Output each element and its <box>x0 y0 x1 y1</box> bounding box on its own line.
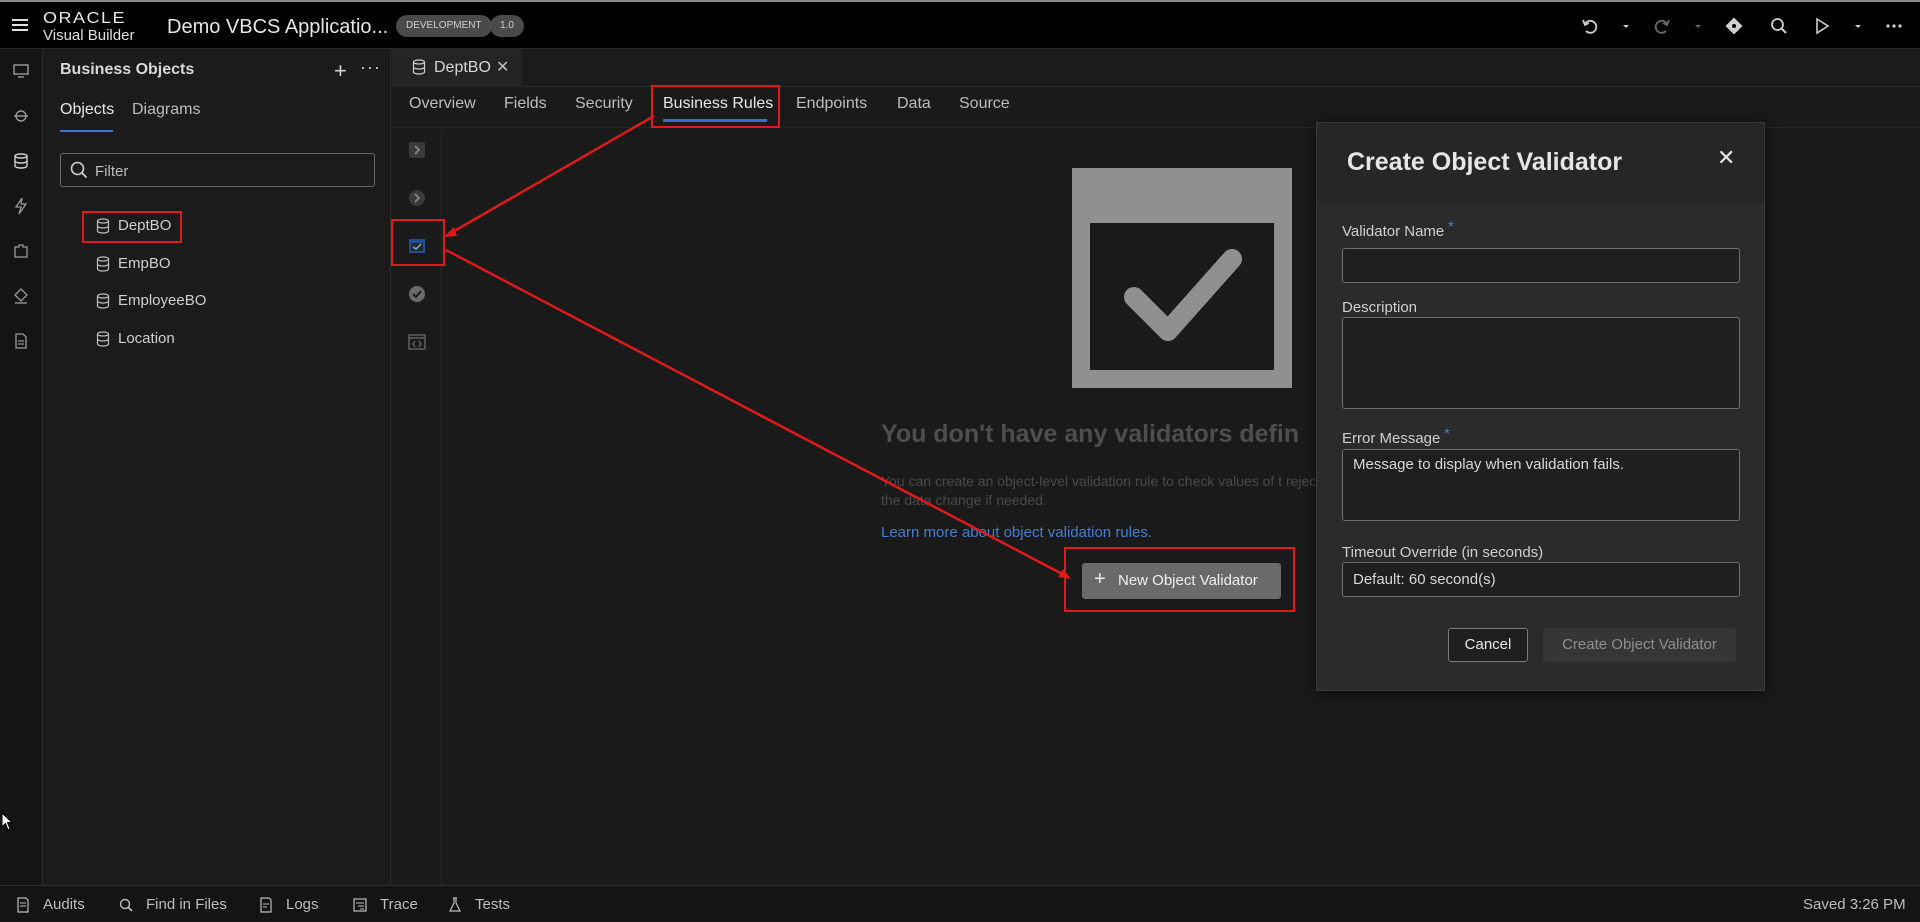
doc-tab-label: DeptBO <box>434 59 491 76</box>
database-icon <box>96 293 110 309</box>
panel-more-icon[interactable]: ··· <box>360 57 381 78</box>
create-object-validator-button[interactable]: Create Object Validator <box>1543 628 1736 662</box>
empty-state-description: You can create an object-level validatio… <box>881 473 1321 508</box>
hamburger-menu-icon[interactable] <box>10 15 30 35</box>
nav-security[interactable]: Security <box>575 95 633 113</box>
processes-icon[interactable] <box>12 197 30 215</box>
create-object-validator-dialog: Create Object Validator ✕ Validator Name… <box>1316 122 1765 691</box>
run-dropdown-icon[interactable] <box>1848 16 1868 36</box>
nav-data[interactable]: Data <box>897 95 931 113</box>
document-tab-bar: DeptBO ✕ <box>392 49 1920 87</box>
navigator-strip <box>0 49 43 885</box>
dialog-header: Create Object Validator ✕ <box>1317 123 1764 203</box>
bo-item-label: DeptBO <box>118 217 172 234</box>
nav-fields[interactable]: Fields <box>504 95 547 113</box>
timeout-label: Timeout Override (in seconds) <box>1342 544 1544 561</box>
nav-source[interactable]: Source <box>959 95 1010 113</box>
redo-icon[interactable] <box>1652 16 1672 36</box>
validator-name-input[interactable] <box>1342 248 1740 283</box>
bo-item-label: Location <box>118 330 175 347</box>
cancel-button[interactable]: Cancel <box>1448 628 1528 662</box>
git-icon[interactable] <box>1724 16 1744 36</box>
object-validators-icon[interactable] <box>408 237 426 255</box>
run-icon[interactable] <box>1812 16 1832 36</box>
plus-icon: + <box>1094 568 1106 590</box>
timeout-input[interactable] <box>1342 562 1740 597</box>
logo-product-text: Visual Builder <box>43 27 135 44</box>
source-icon[interactable] <box>12 332 30 350</box>
doc-tab-deptbo[interactable]: DeptBO ✕ <box>392 49 522 87</box>
undo-icon[interactable] <box>1580 16 1600 36</box>
filter-search-icon <box>69 160 89 180</box>
version-badge: 1.0 <box>490 15 524 37</box>
footer-bar: Audits Find in Files Logs Trace Tests Sa… <box>0 885 1920 922</box>
arrowhead-2 <box>1058 569 1071 579</box>
environment-badge: DEVELOPMENT <box>396 15 492 37</box>
required-indicator: * <box>1444 425 1450 441</box>
logo-oracle-text: ORACLE <box>43 9 127 27</box>
bo-item-label: EmpBO <box>118 255 171 272</box>
database-icon <box>96 256 110 272</box>
trace-icon <box>352 897 368 913</box>
new-object-validator-button[interactable]: + New Object Validator <box>1082 563 1281 599</box>
web-apps-icon[interactable] <box>12 62 30 80</box>
new-object-validator-label: New Object Validator <box>1118 572 1258 589</box>
database-icon <box>412 59 426 75</box>
app-title[interactable]: Demo VBCS Applicatio... <box>167 16 388 39</box>
close-tab-icon[interactable]: ✕ <box>496 57 509 77</box>
active-tab-indicator <box>60 130 113 132</box>
arrow-line-1 <box>448 114 655 236</box>
description-label: Description <box>1342 299 1418 316</box>
error-message-label: Error Message * <box>1342 425 1450 447</box>
business-rules-strip <box>392 129 442 885</box>
nav-business-rules[interactable]: Business Rules <box>663 95 773 113</box>
close-icon[interactable]: ✕ <box>1717 145 1735 171</box>
database-icon <box>96 218 110 234</box>
empty-state-illustration <box>1072 168 1292 388</box>
layout-icon[interactable] <box>12 287 30 305</box>
panel-title: Business Objects <box>60 61 195 78</box>
services-icon[interactable] <box>12 107 30 125</box>
filter-box <box>60 153 375 187</box>
tests-icon <box>447 897 463 913</box>
learn-more-link[interactable]: Learn more about object validation rules… <box>881 524 1152 541</box>
more-icon[interactable] <box>1884 16 1904 36</box>
redo-dropdown-icon[interactable] <box>1688 16 1708 36</box>
tab-objects[interactable]: Objects <box>60 101 114 119</box>
field-triggers-icon[interactable] <box>408 189 426 207</box>
field-validators-icon[interactable] <box>408 285 426 303</box>
database-icon <box>96 331 110 347</box>
dialog-title: Create Object Validator <box>1347 148 1623 176</box>
empty-state-title: You don't have any validators defin <box>881 420 1300 448</box>
validator-name-label: Validator Name * <box>1342 218 1454 240</box>
business-objects-panel: Business Objects + ··· Objects Diagrams … <box>44 49 391 885</box>
search-icon[interactable] <box>1769 16 1789 36</box>
oracle-logo: ORACLE Visual Builder <box>43 9 134 43</box>
bo-item-label: EmployeeBO <box>118 292 207 309</box>
undo-dropdown-icon[interactable] <box>1616 16 1636 36</box>
business-objects-icon[interactable] <box>12 152 30 170</box>
active-nav-indicator <box>663 119 767 122</box>
nav-endpoints[interactable]: Endpoints <box>796 95 867 113</box>
audits-icon <box>15 897 31 913</box>
description-textarea[interactable] <box>1342 317 1740 409</box>
save-status: Saved 3:26 PM <box>1803 896 1906 913</box>
components-icon[interactable] <box>12 242 30 260</box>
arrowhead-1 <box>444 227 457 237</box>
add-business-object-button[interactable]: + <box>334 58 347 84</box>
tab-diagrams[interactable]: Diagrams <box>132 101 200 119</box>
checkmark-icon <box>1124 249 1242 341</box>
filter-input[interactable] <box>95 161 365 181</box>
error-message-textarea[interactable] <box>1342 449 1740 521</box>
search-icon <box>118 897 134 913</box>
logs-icon <box>258 897 274 913</box>
top-bar: ORACLE Visual Builder Demo VBCS Applicat… <box>0 0 1920 49</box>
required-indicator: * <box>1448 218 1454 234</box>
triggers-icon[interactable] <box>408 141 426 159</box>
nav-overview[interactable]: Overview <box>409 95 476 113</box>
mouse-cursor-icon <box>1 812 15 832</box>
object-functions-icon[interactable] <box>408 333 426 351</box>
